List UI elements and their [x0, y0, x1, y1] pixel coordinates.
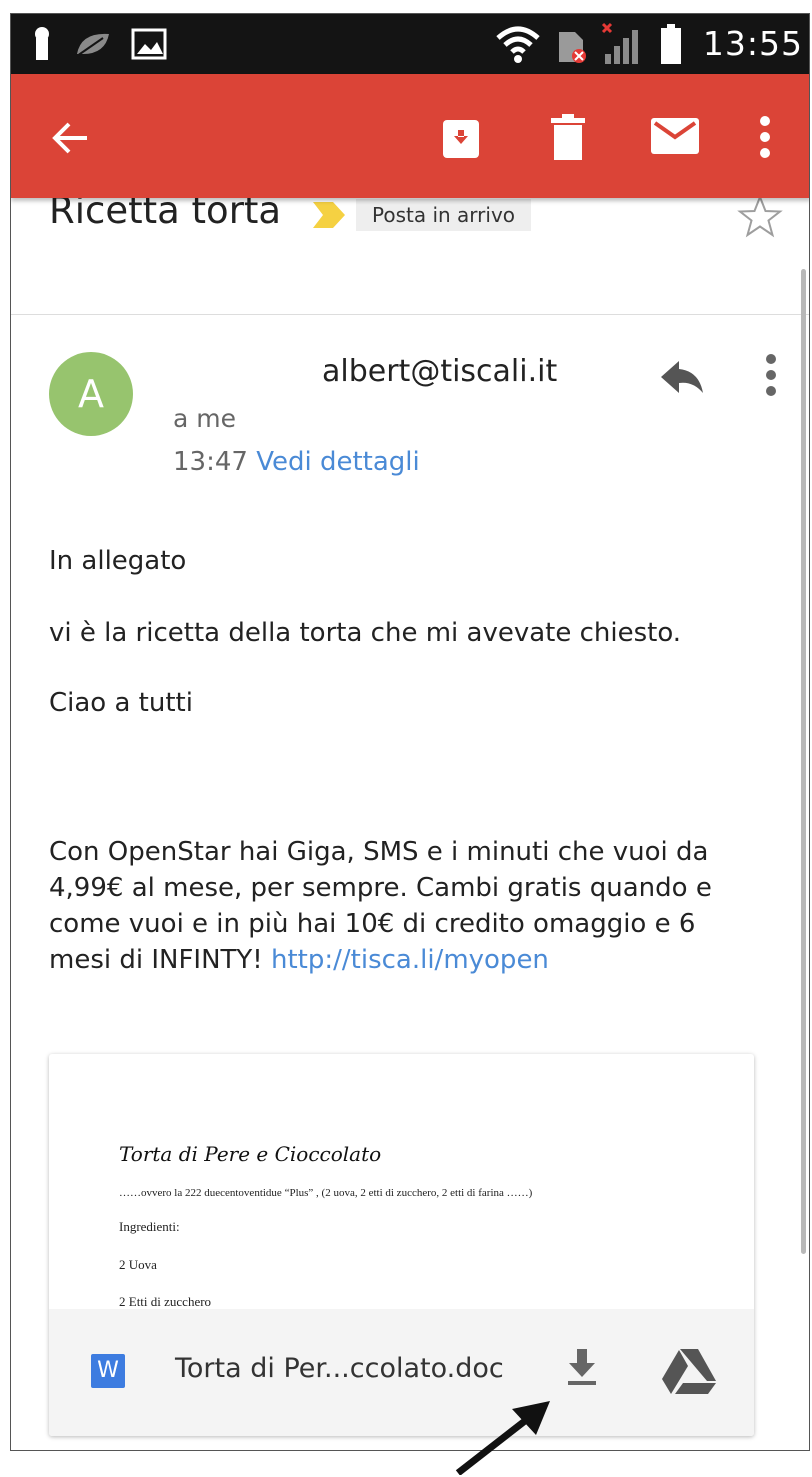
overflow-menu-icon[interactable]: [759, 116, 771, 158]
view-details-link[interactable]: Vedi dettagli: [256, 447, 420, 477]
recipient-line: a me: [173, 404, 237, 433]
avatar[interactable]: A: [49, 352, 133, 436]
leaf-icon: [76, 33, 109, 57]
wifi-icon: [496, 26, 540, 63]
delete-icon[interactable]: [551, 114, 585, 160]
image-icon: [131, 28, 167, 60]
word-doc-icon: W: [91, 1354, 125, 1388]
message-overflow-icon[interactable]: [765, 354, 777, 396]
app-bar: [11, 74, 809, 198]
importance-marker-icon[interactable]: [311, 200, 347, 230]
signal-icon: [601, 22, 638, 64]
callout-arrow-icon: [455, 1401, 550, 1475]
star-icon[interactable]: [737, 194, 783, 238]
preview-line: ……ovvero la 222 duecentoventidue “Plus” …: [119, 1187, 533, 1199]
attachment-card[interactable]: Torta di Pere e Cioccolato ……ovvero la 2…: [49, 1054, 754, 1436]
battery-icon: [661, 24, 681, 64]
sim-error-icon: [559, 32, 586, 63]
back-arrow-icon[interactable]: [51, 118, 91, 158]
sender-address[interactable]: albert@tiscali.it: [322, 354, 557, 389]
attachment-filename[interactable]: Torta di Per...ccolato.doc: [175, 1353, 504, 1384]
time-line: 13:47 Vedi dettagli: [173, 447, 420, 477]
phone-screen: 13:55 Ricetta torta Posta in arrivo A al…: [10, 13, 810, 1451]
status-bar: 13:55: [11, 14, 809, 74]
attachment-footer: W Torta di Per...ccolato.doc: [49, 1309, 754, 1436]
mail-icon[interactable]: [651, 118, 699, 154]
scrollbar[interactable]: [801, 269, 806, 1254]
received-time: 13:47: [173, 447, 248, 477]
promo-paragraph: Con OpenStar hai Giga, SMS e i minuti ch…: [49, 834, 759, 978]
preview-title: Torta di Pere e Cioccolato: [119, 1142, 382, 1166]
preview-line: Ingredienti:: [119, 1219, 180, 1234]
promo-link[interactable]: http://tisca.li/myopen: [271, 945, 549, 975]
inbox-label[interactable]: Posta in arrivo: [356, 199, 532, 231]
preview-line: 2 Etti di zucchero: [119, 1294, 212, 1309]
reply-icon[interactable]: [659, 359, 705, 395]
body-line: Ciao a tutti: [49, 688, 193, 718]
divider: [11, 314, 809, 315]
body-line: vi è la ricetta della torta che mi aveva…: [49, 618, 682, 648]
clock: 13:55: [702, 24, 803, 63]
archive-icon[interactable]: [441, 116, 481, 160]
preview-line: 2 Uova: [119, 1257, 157, 1272]
drive-icon[interactable]: [661, 1347, 717, 1395]
body-line: In allegato: [49, 546, 187, 576]
download-icon[interactable]: [565, 1347, 599, 1387]
keyhole-icon: [35, 27, 49, 60]
